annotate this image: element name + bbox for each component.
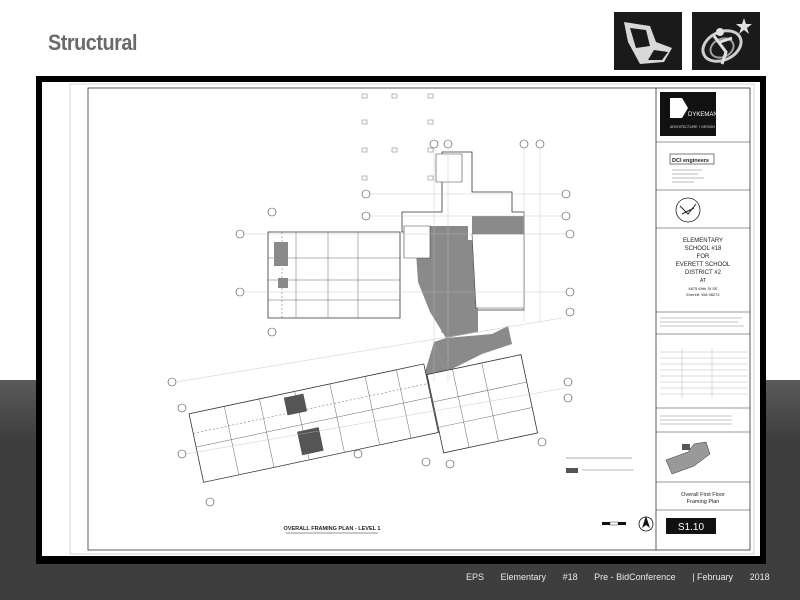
slide-footer: EPS Elementary #18 Pre - BidConference |… [466,572,784,582]
footer-month: | February [692,572,734,582]
svg-text:ELEMENTARY: ELEMENTARY [683,238,723,244]
footer-project: Elementary [500,572,547,582]
project-name: ELEMENTARY SCHOOL #18 FOR EVERETT SCHOOL… [676,238,731,284]
footer-year: 2018 [749,572,770,582]
firm-tagline: ARCHITECTURE + DESIGN [670,125,715,129]
district-star-logo [692,12,760,70]
sheet-number: S1.10 [678,522,705,533]
title-block: DYKEMAN ARCHITECTURE + DESIGN DCI engine… [655,88,750,550]
sheet-title: Overall First Floor Framing Plan [681,492,725,505]
svg-text:FOR: FOR [697,254,710,260]
slide-title: Structural [48,30,138,55]
svg-text:DISTRICT #2: DISTRICT #2 [685,270,722,276]
plan-south-wing [188,363,439,483]
svg-text:Everett, WA 98272: Everett, WA 98272 [686,292,720,297]
consultant-name: DCI engineers [672,158,709,164]
framing-plan-drawing: DYKEMAN ARCHITECTURE + DESIGN DCI engine… [69,83,755,555]
scale-bar [602,521,626,526]
plan-title: OVERALL FRAMING PLAN - LEVEL 1 [284,526,381,532]
drawing-sheet: DYKEMAN ARCHITECTURE + DESIGN DCI engine… [42,82,760,556]
footer-org: EPS [466,572,485,582]
svg-text:SCHOOL #18: SCHOOL #18 [685,246,722,252]
svg-text:EVERETT SCHOOL: EVERETT SCHOOL [676,262,731,268]
svg-text:Framing Plan: Framing Plan [687,499,720,505]
footer-event: Pre - BidConference [594,572,676,582]
architect-logo [614,12,682,70]
svg-text:Overall First Floor: Overall First Floor [681,492,725,498]
footer-number: #18 [562,572,578,582]
engineer-seal [675,197,701,223]
hatch-legend [566,457,634,473]
firm-name: DYKEMAN [688,112,718,118]
key-plan [665,441,711,475]
plan-north-wing [267,231,401,319]
svg-text:4875 69th St SE: 4875 69th St SE [688,286,717,291]
north-arrow-icon [638,516,654,532]
column-markers [361,93,434,181]
svg-text:AT: AT [700,278,706,284]
project-address: 4875 69th St SE Everett, WA 98272 [686,286,720,297]
plan-central-hub [401,151,525,392]
